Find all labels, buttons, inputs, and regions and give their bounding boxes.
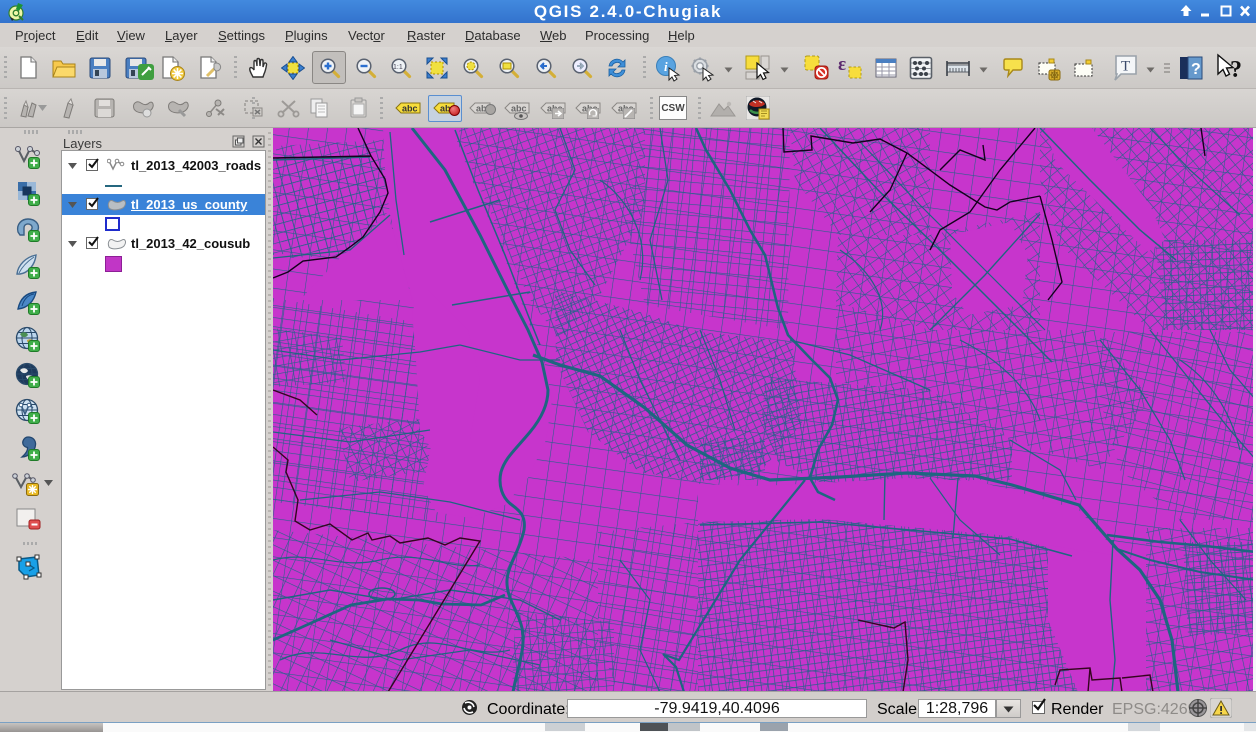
svg-text:ε: ε (838, 54, 846, 75)
svg-text:i: i (664, 59, 668, 74)
svg-text:T: T (1121, 59, 1130, 75)
svg-text:?: ? (1230, 57, 1242, 82)
svg-text:?: ? (1191, 61, 1201, 78)
svg-text:1:1: 1:1 (393, 64, 403, 71)
svg-text:abc: abc (402, 104, 418, 114)
